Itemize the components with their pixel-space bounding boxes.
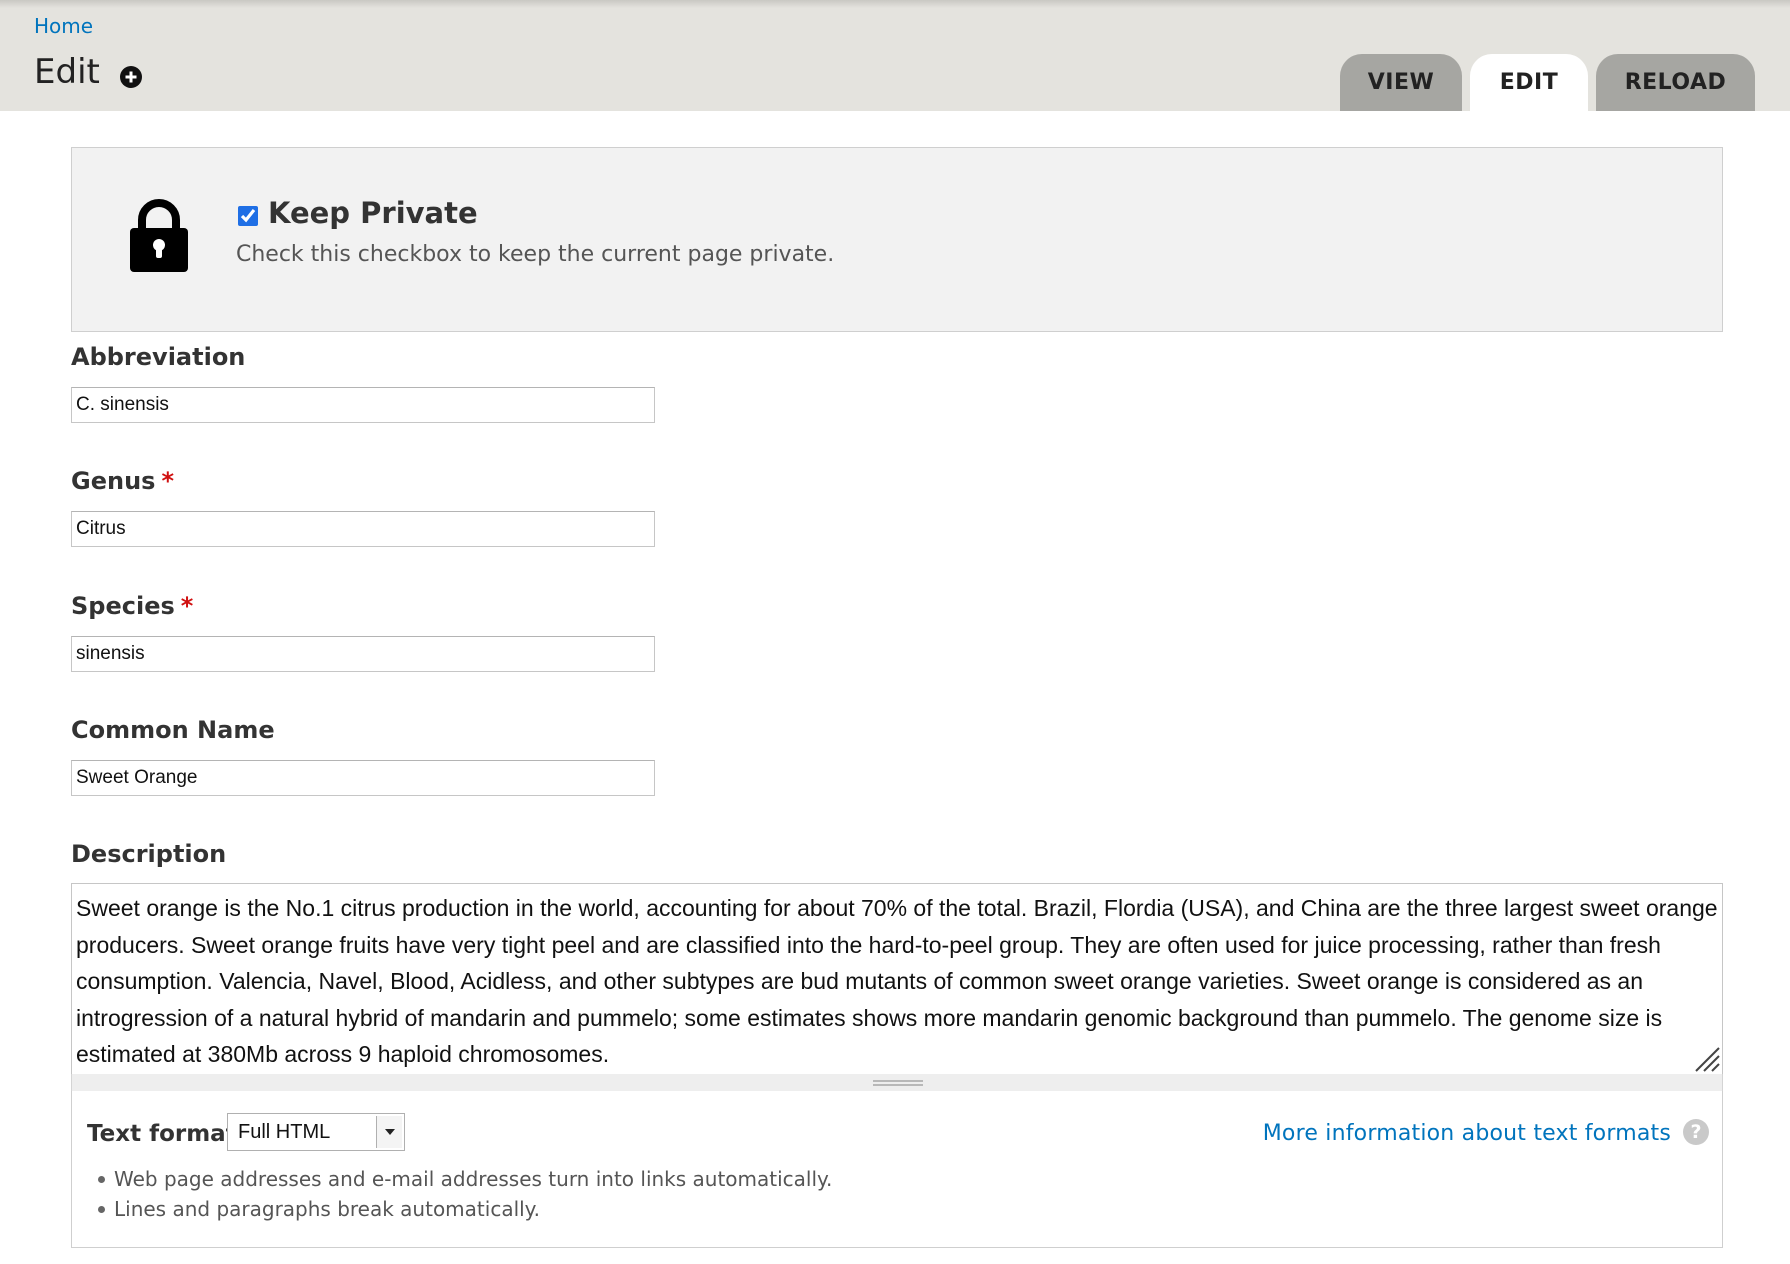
abbreviation-label: Abbreviation [71,343,245,371]
textarea-grippie[interactable] [71,1074,1723,1092]
header-shadow [0,0,1790,8]
page-header: Home Edit VIEW EDIT RELOAD [0,0,1790,111]
text-format-selected: Full HTML [238,1121,331,1143]
dropdown-arrow-icon [376,1116,402,1148]
description-label: Description [71,840,226,868]
page-title: Edit [34,52,100,92]
list-item: Web page addresses and e-mail addresses … [96,1164,832,1194]
required-marker: * [161,467,174,495]
species-input[interactable] [71,636,655,672]
common-name-label-text: Common Name [71,716,275,744]
add-shortcut-icon[interactable] [120,66,142,88]
tab-reload[interactable]: RELOAD [1596,54,1755,111]
species-label-text: Species [71,592,175,620]
keep-private-panel: Keep Private Check this checkbox to keep… [71,147,1723,332]
description-textarea[interactable]: Sweet orange is the No.1 citrus producti… [71,883,1723,1075]
genus-label: Genus * [71,467,174,495]
common-name-input[interactable] [71,760,655,796]
tab-view[interactable]: VIEW [1340,54,1462,111]
list-item: Lines and paragraphs break automatically… [96,1194,832,1224]
required-marker: * [180,592,194,620]
abbreviation-input[interactable] [71,387,655,423]
grippie-bar-icon [873,1080,923,1086]
text-format-wrapper: Text format Full HTML More information a… [71,1091,1723,1248]
resize-handle-icon[interactable] [1692,1044,1720,1072]
genus-input[interactable] [71,511,655,547]
help-icon[interactable]: ? [1683,1119,1709,1145]
description-label-text: Description [71,840,227,868]
text-format-select[interactable]: Full HTML [227,1113,405,1151]
common-name-label: Common Name [71,716,275,744]
breadcrumb-home-link[interactable]: Home [34,14,93,38]
species-label: Species * [71,592,193,620]
text-format-label: Text format [87,1121,237,1147]
keep-private-description: Check this checkbox to keep the current … [236,242,835,267]
text-format-help-link[interactable]: More information about text formats [1263,1121,1671,1146]
text-format-tips: Web page addresses and e-mail addresses … [96,1164,832,1224]
keep-private-checkbox[interactable] [238,206,258,226]
lock-icon [130,199,188,272]
genus-label-text: Genus [71,467,156,495]
abbreviation-label-text: Abbreviation [71,343,246,371]
tab-edit[interactable]: EDIT [1470,54,1588,111]
primary-tabs: VIEW EDIT RELOAD [1340,54,1755,111]
keep-private-label: Keep Private [268,196,478,230]
